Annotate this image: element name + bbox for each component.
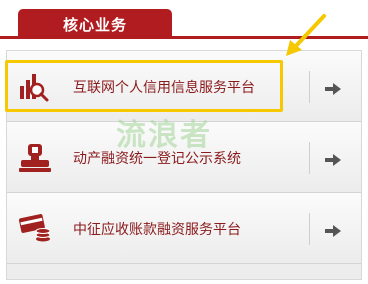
divider	[309, 71, 310, 103]
pointer-arrow-icon	[280, 12, 330, 62]
item-label: 中征应收账款融资服务平台	[73, 222, 241, 238]
list-item-receivables-platform[interactable]: 中征应收账款融资服务平台	[7, 193, 361, 264]
stamp-icon	[19, 143, 51, 173]
highlight-box	[5, 60, 283, 112]
card-coins-icon	[18, 214, 51, 244]
tab-core-business[interactable]: 核心业务	[18, 9, 172, 39]
arrow-right-icon[interactable]	[325, 151, 341, 166]
divider	[309, 142, 310, 174]
divider	[309, 213, 310, 245]
arrow-right-icon[interactable]	[325, 80, 341, 95]
watermark-text: 流浪者	[116, 118, 212, 153]
arrow-right-icon[interactable]	[325, 222, 341, 237]
